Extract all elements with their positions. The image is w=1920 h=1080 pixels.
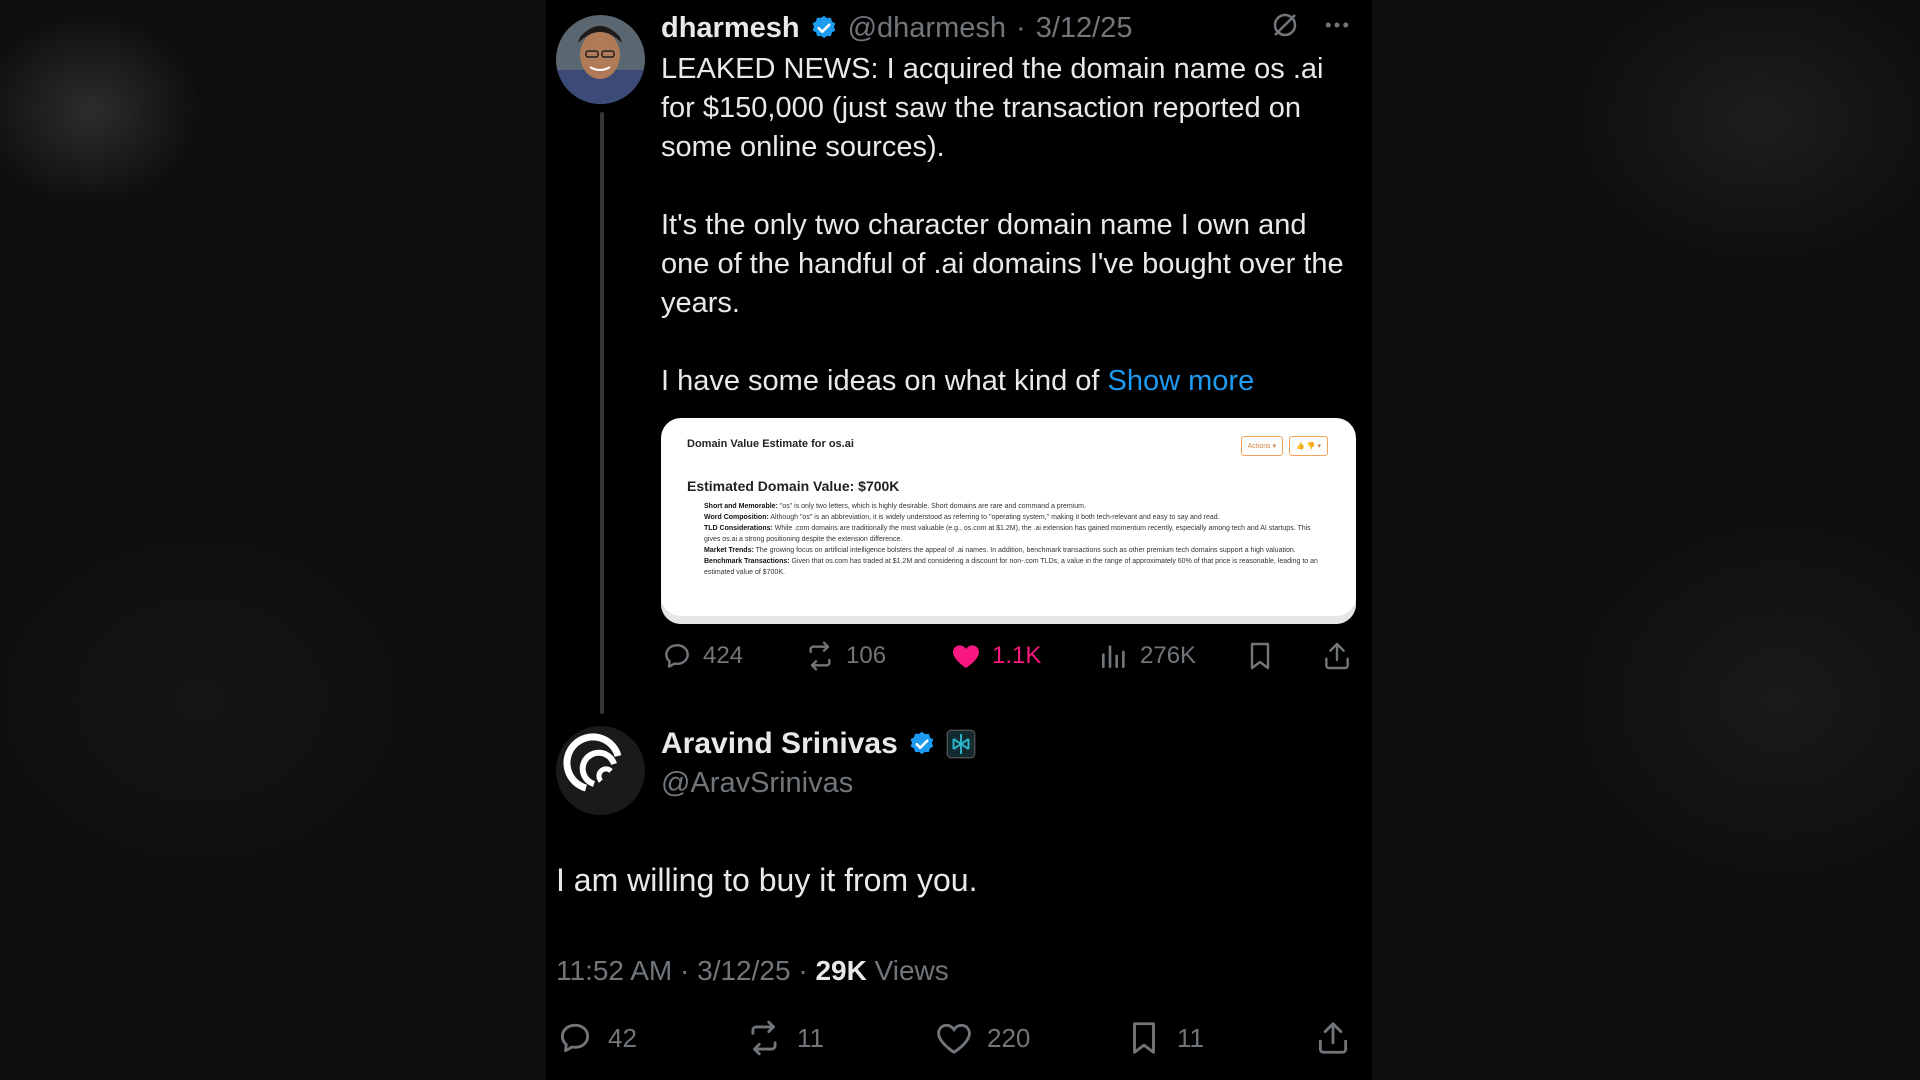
aravind-avatar[interactable] xyxy=(556,726,645,815)
like-count: 1.1K xyxy=(992,642,1042,669)
repost-icon xyxy=(751,1020,777,1056)
like-action[interactable]: 1.1K xyxy=(950,640,1041,672)
item-label: TLD Considerations: xyxy=(704,525,773,532)
media-card-item: Word Composition: Although "os" is an ab… xyxy=(704,512,1324,523)
item-label: Benchmark Transactions: xyxy=(704,558,790,565)
heart-outline-icon xyxy=(937,1023,971,1054)
repost-icon xyxy=(809,641,831,671)
tweet-header: dharmesh @dharmesh · 3/12/25 xyxy=(661,6,1132,50)
share-icon xyxy=(1325,642,1349,670)
actions-label: Actions xyxy=(1247,442,1271,450)
reply-reply-action[interactable]: 42 xyxy=(556,1019,637,1057)
bookmark-icon xyxy=(1133,1022,1155,1054)
media-card-actions: Actions ▾ 👍 👎 ▾ xyxy=(1240,436,1328,456)
media-card-title: Domain Value Estimate for os.ai xyxy=(687,438,854,450)
reply-time[interactable]: 11:52 AM xyxy=(556,955,672,986)
item-text: "os" is only two letters, which is highl… xyxy=(777,503,1086,510)
reply-views-label: Views xyxy=(874,955,949,986)
bookmark-icon xyxy=(1250,642,1270,670)
verified-badge-icon xyxy=(812,15,835,39)
dot-separator: · xyxy=(672,955,698,986)
reply-body: I am willing to buy it from you. xyxy=(556,862,978,898)
affiliate-badge-icon[interactable] xyxy=(946,729,976,759)
views-action[interactable]: 276K xyxy=(1098,640,1196,672)
author-name[interactable]: dharmesh xyxy=(661,12,800,45)
tweet-date[interactable]: 3/12/25 xyxy=(1036,12,1133,45)
views-count: 276K xyxy=(1140,642,1197,669)
reply-author-handle[interactable]: @AravSrinivas xyxy=(661,767,853,800)
reply-share-action[interactable] xyxy=(1314,1019,1352,1057)
media-card-item: Market Trends: The growing focus on arti… xyxy=(704,545,1324,556)
author-handle[interactable]: @dharmesh xyxy=(848,12,1006,45)
reply-count: 424 xyxy=(703,642,744,669)
item-text: The growing focus on artificial intellig… xyxy=(753,547,1296,554)
thread-connector-line xyxy=(600,112,604,714)
item-text: While .com domains are traditionally the… xyxy=(704,525,1311,543)
reply-like-action[interactable]: 220 xyxy=(935,1019,1030,1057)
media-card-item: Short and Memorable: "os" is only two le… xyxy=(704,501,1324,512)
reply-reply-count: 42 xyxy=(608,1022,637,1053)
media-card-item: Benchmark Transactions: Given that os.co… xyxy=(704,556,1324,578)
reply-header: Aravind Srinivas xyxy=(661,727,976,761)
item-label: Market Trends: xyxy=(704,547,754,554)
reply-bookmark-count: 11 xyxy=(1177,1022,1204,1053)
reply-author-name[interactable]: Aravind Srinivas xyxy=(661,727,898,761)
reply-repost-count: 11 xyxy=(797,1022,824,1053)
reply-date[interactable]: 3/12/25 xyxy=(697,955,790,986)
media-actions-button: Actions ▾ xyxy=(1240,436,1284,456)
item-text: Although "os" is an abbreviation, it is … xyxy=(768,514,1220,521)
reply-views-count: 29K xyxy=(815,955,867,986)
media-card-heading: Estimated Domain Value: $700K xyxy=(687,478,900,494)
views-chart-icon xyxy=(1102,645,1125,668)
dot-separator: · xyxy=(1016,11,1026,44)
share-action[interactable] xyxy=(1321,640,1353,672)
repost-action[interactable]: 106 xyxy=(804,640,886,672)
reply-icon xyxy=(665,644,689,668)
media-image-card[interactable]: Domain Value Estimate for os.ai Actions … xyxy=(661,418,1356,624)
tweet-body: LEAKED NEWS: I acquired the domain name … xyxy=(661,50,1361,401)
item-label: Short and Memorable: xyxy=(704,503,778,510)
dot-separator: · xyxy=(790,955,816,986)
repost-count: 106 xyxy=(846,642,887,669)
tweet-paragraph-text: I have some ideas on what kind of xyxy=(661,365,1108,397)
show-more-link[interactable]: Show more xyxy=(1108,365,1255,397)
reply-icon xyxy=(560,1023,590,1053)
item-text: Given that os.com has traded at $1.2M an… xyxy=(704,558,1318,576)
more-options-icon[interactable] xyxy=(1322,10,1352,40)
dharmesh-avatar[interactable] xyxy=(556,15,645,104)
reply-bookmark-action[interactable]: 11 xyxy=(1125,1019,1204,1057)
reply-action[interactable]: 424 xyxy=(661,640,743,672)
media-card-item: TLD Considerations: While .com domains a… xyxy=(704,523,1324,545)
tweet-top-icons xyxy=(1270,10,1352,40)
heart-filled-icon xyxy=(953,645,979,668)
tweet-paragraph: LEAKED NEWS: I acquired the domain name … xyxy=(661,53,1324,163)
grok-icon[interactable] xyxy=(1270,10,1300,40)
reply-meta: 11:52 AM · 3/12/25 · 29K Views xyxy=(556,955,949,987)
item-label: Word Composition: xyxy=(704,514,769,521)
reply-like-count: 220 xyxy=(987,1022,1031,1053)
bookmark-action[interactable] xyxy=(1244,640,1276,672)
verified-badge-icon xyxy=(910,731,934,755)
media-feedback-buttons: 👍 👎 ▾ xyxy=(1289,436,1328,456)
reply-repost-action[interactable]: 11 xyxy=(745,1019,824,1057)
tweet-paragraph: It's the only two character domain name … xyxy=(661,209,1344,319)
tweet-paragraph: I have some ideas on what kind of Show m… xyxy=(661,362,1361,401)
share-icon xyxy=(1318,1022,1348,1054)
media-card-body: Short and Memorable: "os" is only two le… xyxy=(704,501,1324,578)
